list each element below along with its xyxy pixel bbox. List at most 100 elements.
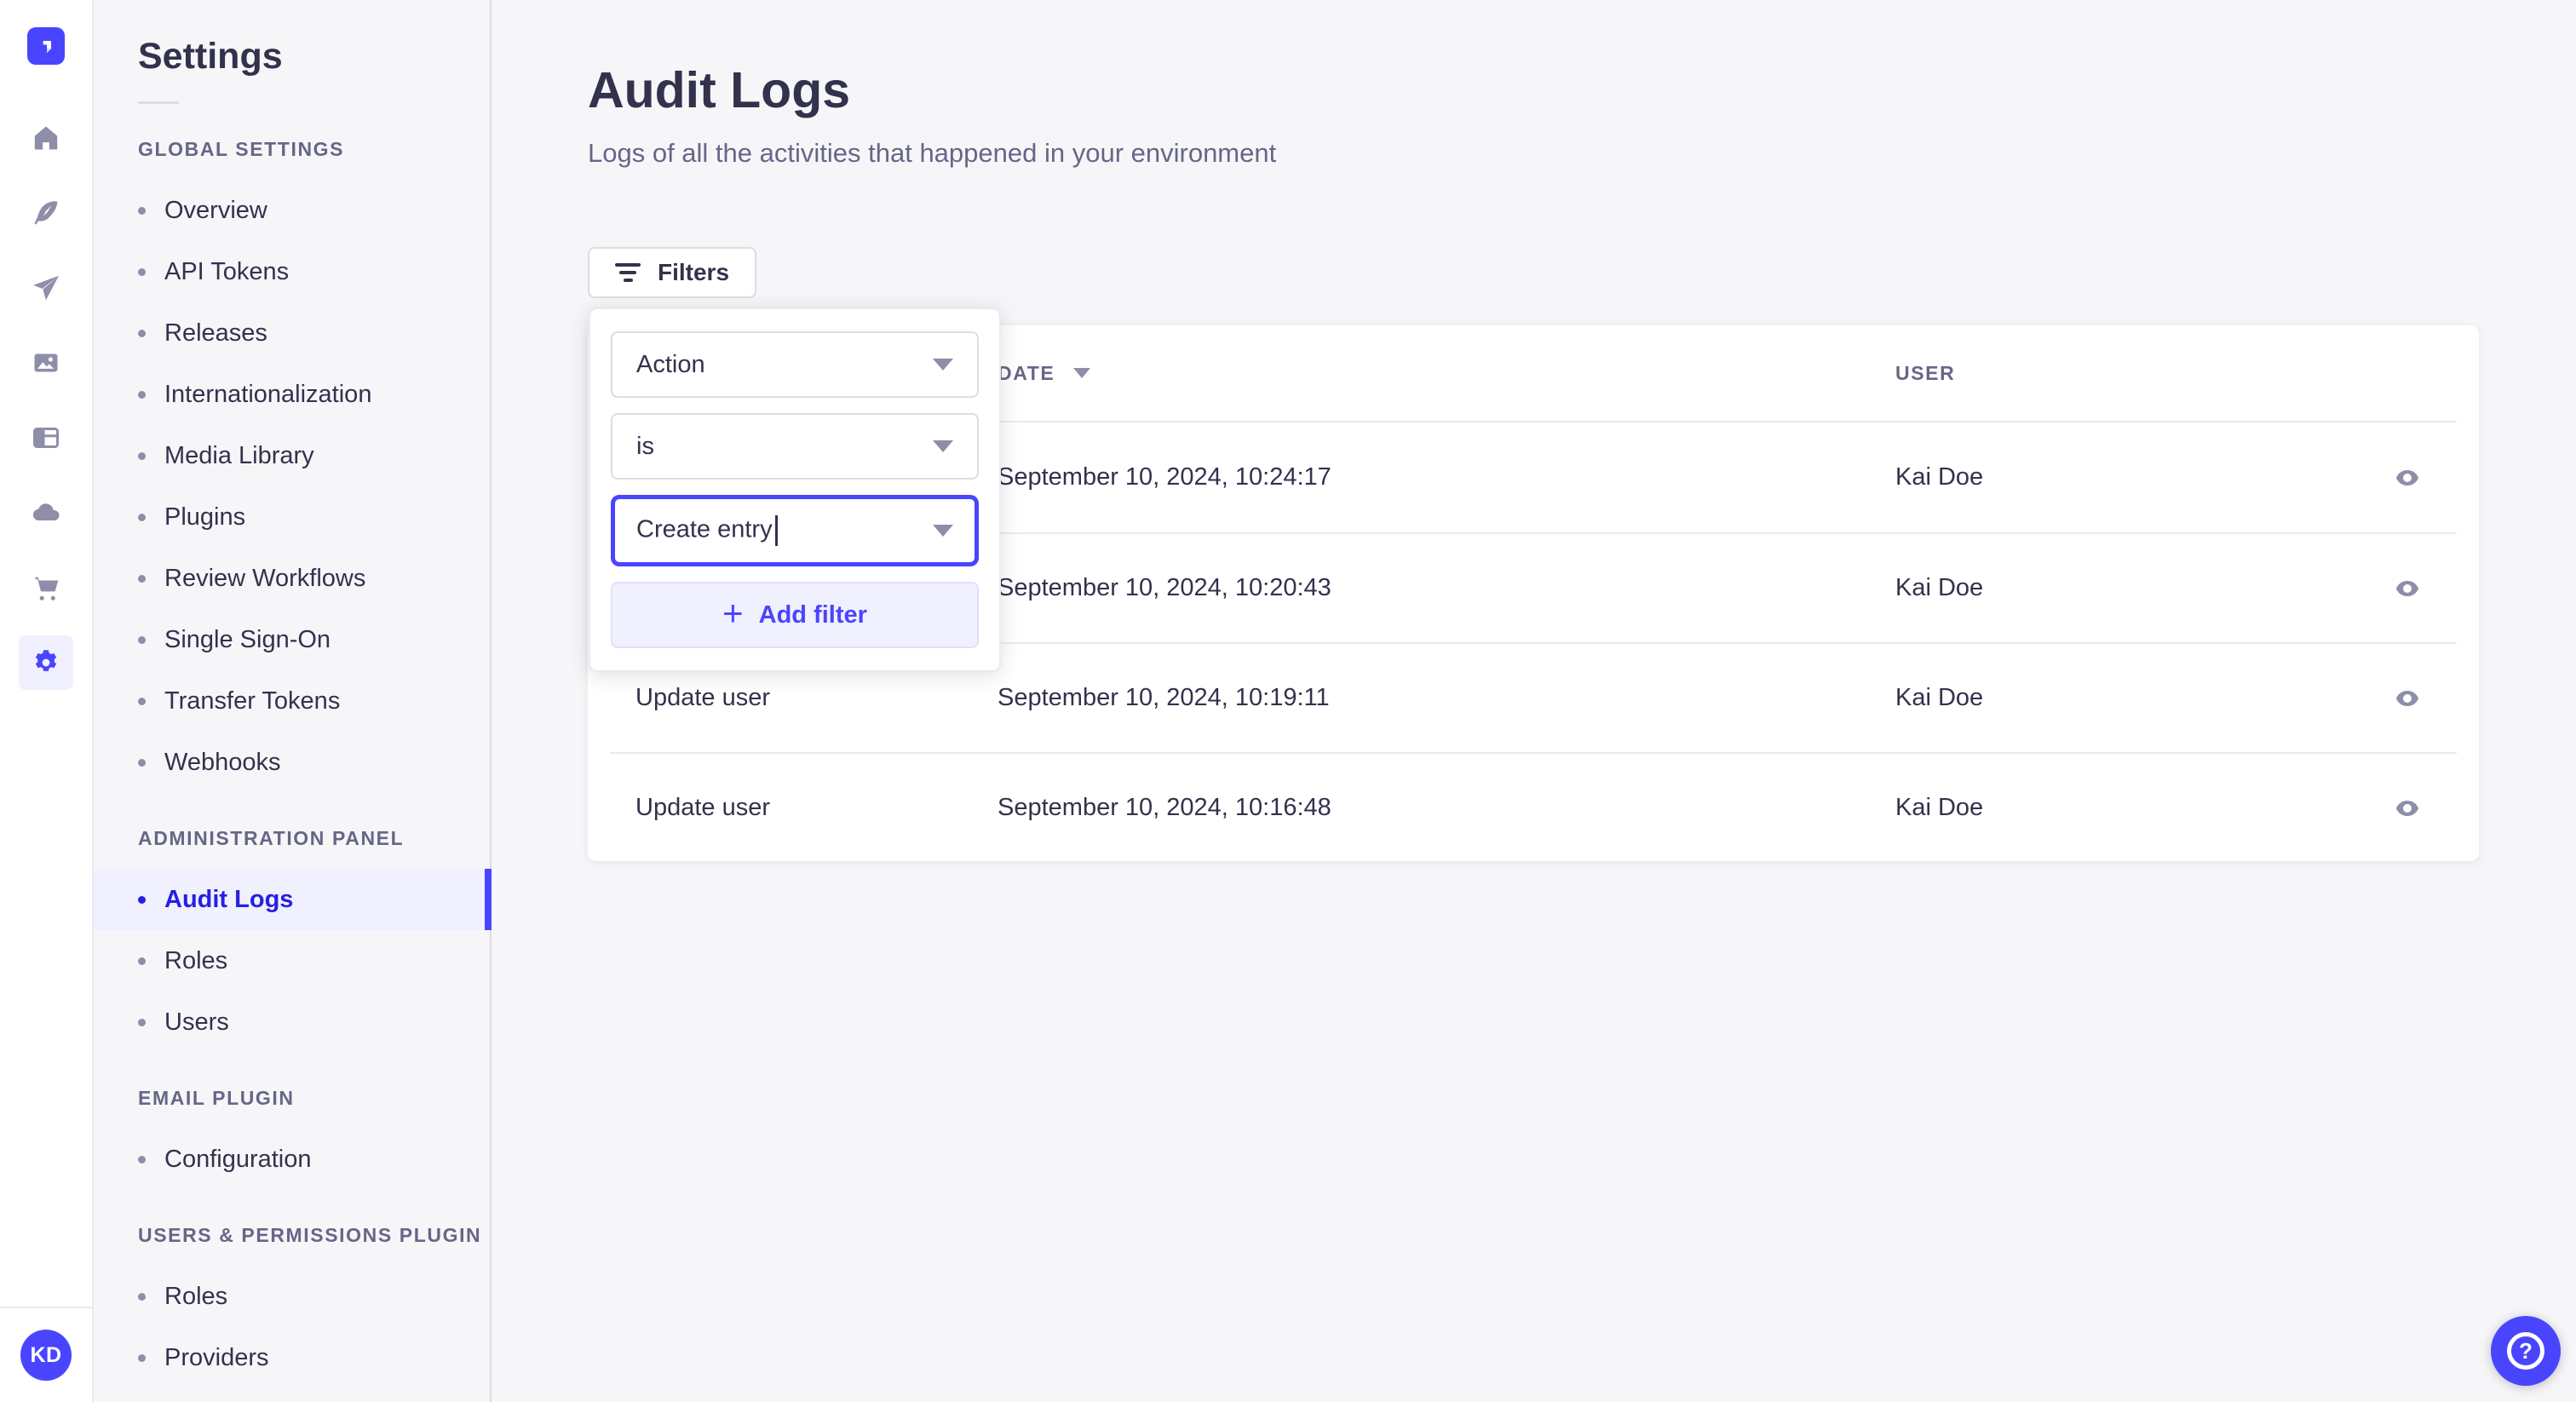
strapi-logo[interactable] (27, 27, 65, 65)
column-header-date-label: DATE (998, 361, 1055, 384)
shopping-cart-icon (35, 577, 59, 600)
cloud-icon (32, 503, 60, 521)
bullet-dot (138, 574, 146, 583)
sidebar-item-internationalization[interactable]: Internationalization (94, 364, 490, 425)
table-row[interactable]: Update user September 10, 2024, 10:16:48… (610, 752, 2457, 861)
sidebar-item-media-library[interactable]: Media Library (94, 425, 490, 486)
bullet-dot (138, 1353, 146, 1362)
sidebar-item-plugins[interactable]: Plugins (94, 486, 490, 548)
bullet-dot (138, 206, 146, 215)
nav-settings[interactable] (19, 635, 73, 690)
sidebar-item-audit-logs[interactable]: Audit Logs (94, 869, 492, 930)
add-filter-label: Add filter (758, 600, 867, 629)
filter-field-select[interactable]: Action (611, 331, 979, 398)
nav-cloud[interactable] (19, 486, 73, 540)
nav-deploy[interactable] (19, 261, 73, 315)
bullet-dot (138, 1018, 146, 1026)
bullet-dot (138, 957, 146, 965)
section-users-permissions-plugin: Roles Providers (94, 1266, 490, 1388)
cell-user: Kai Doe (1895, 574, 1984, 601)
sidebar-item-label: Overview (164, 196, 267, 224)
nav-marketplace[interactable] (19, 560, 73, 615)
sidebar-item-label: Review Workflows (164, 564, 366, 592)
bullet-dot (138, 451, 146, 460)
sidebar-item-label: Roles (164, 946, 228, 974)
filter-operator-select[interactable]: is (611, 413, 979, 480)
home-icon (34, 126, 58, 150)
sidebar-item-transfer-tokens[interactable]: Transfer Tokens (94, 670, 490, 732)
layout-panel-icon (33, 428, 59, 448)
sidebar-item-label: Roles (164, 1282, 228, 1310)
help-button[interactable]: ? (2491, 1316, 2561, 1386)
sidebar-item-admin-users[interactable]: Users (94, 991, 490, 1053)
section-administration-panel: Audit Logs Roles Users (94, 869, 492, 1053)
sidebar-item-overview[interactable]: Overview (94, 180, 490, 241)
sidebar-item-label: Media Library (164, 441, 314, 469)
sidebar-item-up-roles[interactable]: Roles (94, 1266, 490, 1327)
section-label-global-settings: GLOBAL SETTINGS (138, 138, 345, 160)
sidebar-item-review-workflows[interactable]: Review Workflows (94, 548, 490, 609)
section-label-email-plugin: EMAIL PLUGIN (138, 1087, 295, 1109)
section-global-settings: Overview API Tokens Releases Internation… (94, 180, 490, 793)
cell-date: September 10, 2024, 10:16:48 (998, 794, 1331, 821)
sidebar-item-single-sign-on[interactable]: Single Sign-On (94, 609, 490, 670)
main-content: Audit Logs Logs of all the activities th… (492, 0, 2576, 1402)
sidebar-item-label: Single Sign-On (164, 625, 331, 653)
chevron-down-icon (933, 440, 953, 452)
sidebar-item-label: Internationalization (164, 380, 372, 408)
eye-icon (2395, 580, 2419, 596)
sidebar-item-email-configuration[interactable]: Configuration (94, 1129, 490, 1190)
sidebar-item-label: Users (164, 1008, 229, 1036)
subnav-title: Settings (138, 36, 283, 77)
sidebar-item-api-tokens[interactable]: API Tokens (94, 241, 490, 302)
filter-operator-value: is (636, 432, 654, 460)
bullet-dot (138, 1292, 146, 1301)
filter-lines-icon (615, 263, 641, 282)
view-details-button[interactable] (2383, 675, 2431, 722)
filter-popover: Action is Create entry + Add filter (589, 307, 1001, 672)
sidebar-item-label: Releases (164, 319, 267, 347)
sidebar-item-up-providers[interactable]: Providers (94, 1327, 490, 1388)
add-filter-button[interactable]: + Add filter (611, 582, 979, 648)
nav-home[interactable] (19, 111, 73, 165)
cell-action: Update user (635, 794, 770, 821)
cell-date: September 10, 2024, 10:20:43 (998, 574, 1331, 601)
sidebar-item-webhooks[interactable]: Webhooks (94, 732, 490, 793)
filter-value-text: Create entry (636, 515, 778, 546)
filters-button[interactable]: Filters (588, 247, 757, 298)
paper-plane-icon (33, 275, 59, 301)
nav-content-type-builder[interactable] (19, 411, 73, 465)
sidebar-item-label: Audit Logs (164, 885, 294, 913)
sidebar-item-releases[interactable]: Releases (94, 302, 490, 364)
bullet-dot (138, 1155, 146, 1164)
bullet-dot (138, 758, 146, 767)
feather-icon (34, 201, 58, 225)
bullet-dot (138, 390, 146, 399)
media-library-icon (34, 353, 58, 372)
filters-button-label: Filters (658, 259, 730, 285)
chevron-down-icon (933, 359, 953, 371)
sidebar-item-admin-roles[interactable]: Roles (94, 930, 490, 991)
filter-value-combobox[interactable]: Create entry (611, 495, 979, 566)
sort-caret-down-icon (1073, 368, 1091, 378)
column-header-date[interactable]: DATE (998, 362, 1895, 385)
strapi-logo-icon (43, 41, 51, 54)
cell-date: September 10, 2024, 10:24:17 (998, 463, 1331, 491)
section-label-users-permissions-plugin: USERS & PERMISSIONS PLUGIN (138, 1224, 482, 1246)
view-details-button[interactable] (2383, 565, 2431, 612)
sidebar-item-label: Providers (164, 1343, 269, 1371)
view-details-button[interactable] (2383, 784, 2431, 832)
view-details-button[interactable] (2383, 454, 2431, 502)
section-email-plugin: Configuration (94, 1129, 490, 1190)
eye-icon (2395, 800, 2419, 816)
rail-footer: KD (0, 1307, 92, 1402)
cell-action: Update user (635, 684, 770, 711)
column-header-user: USER (1895, 361, 1956, 384)
question-mark-icon: ? (2507, 1332, 2544, 1370)
user-avatar[interactable]: KD (20, 1330, 72, 1381)
sidebar-item-label: Configuration (164, 1145, 312, 1173)
nav-media-library[interactable] (19, 336, 73, 390)
bullet-dot (138, 329, 146, 337)
nav-content-manager[interactable] (19, 186, 73, 240)
eye-icon (2395, 469, 2419, 486)
